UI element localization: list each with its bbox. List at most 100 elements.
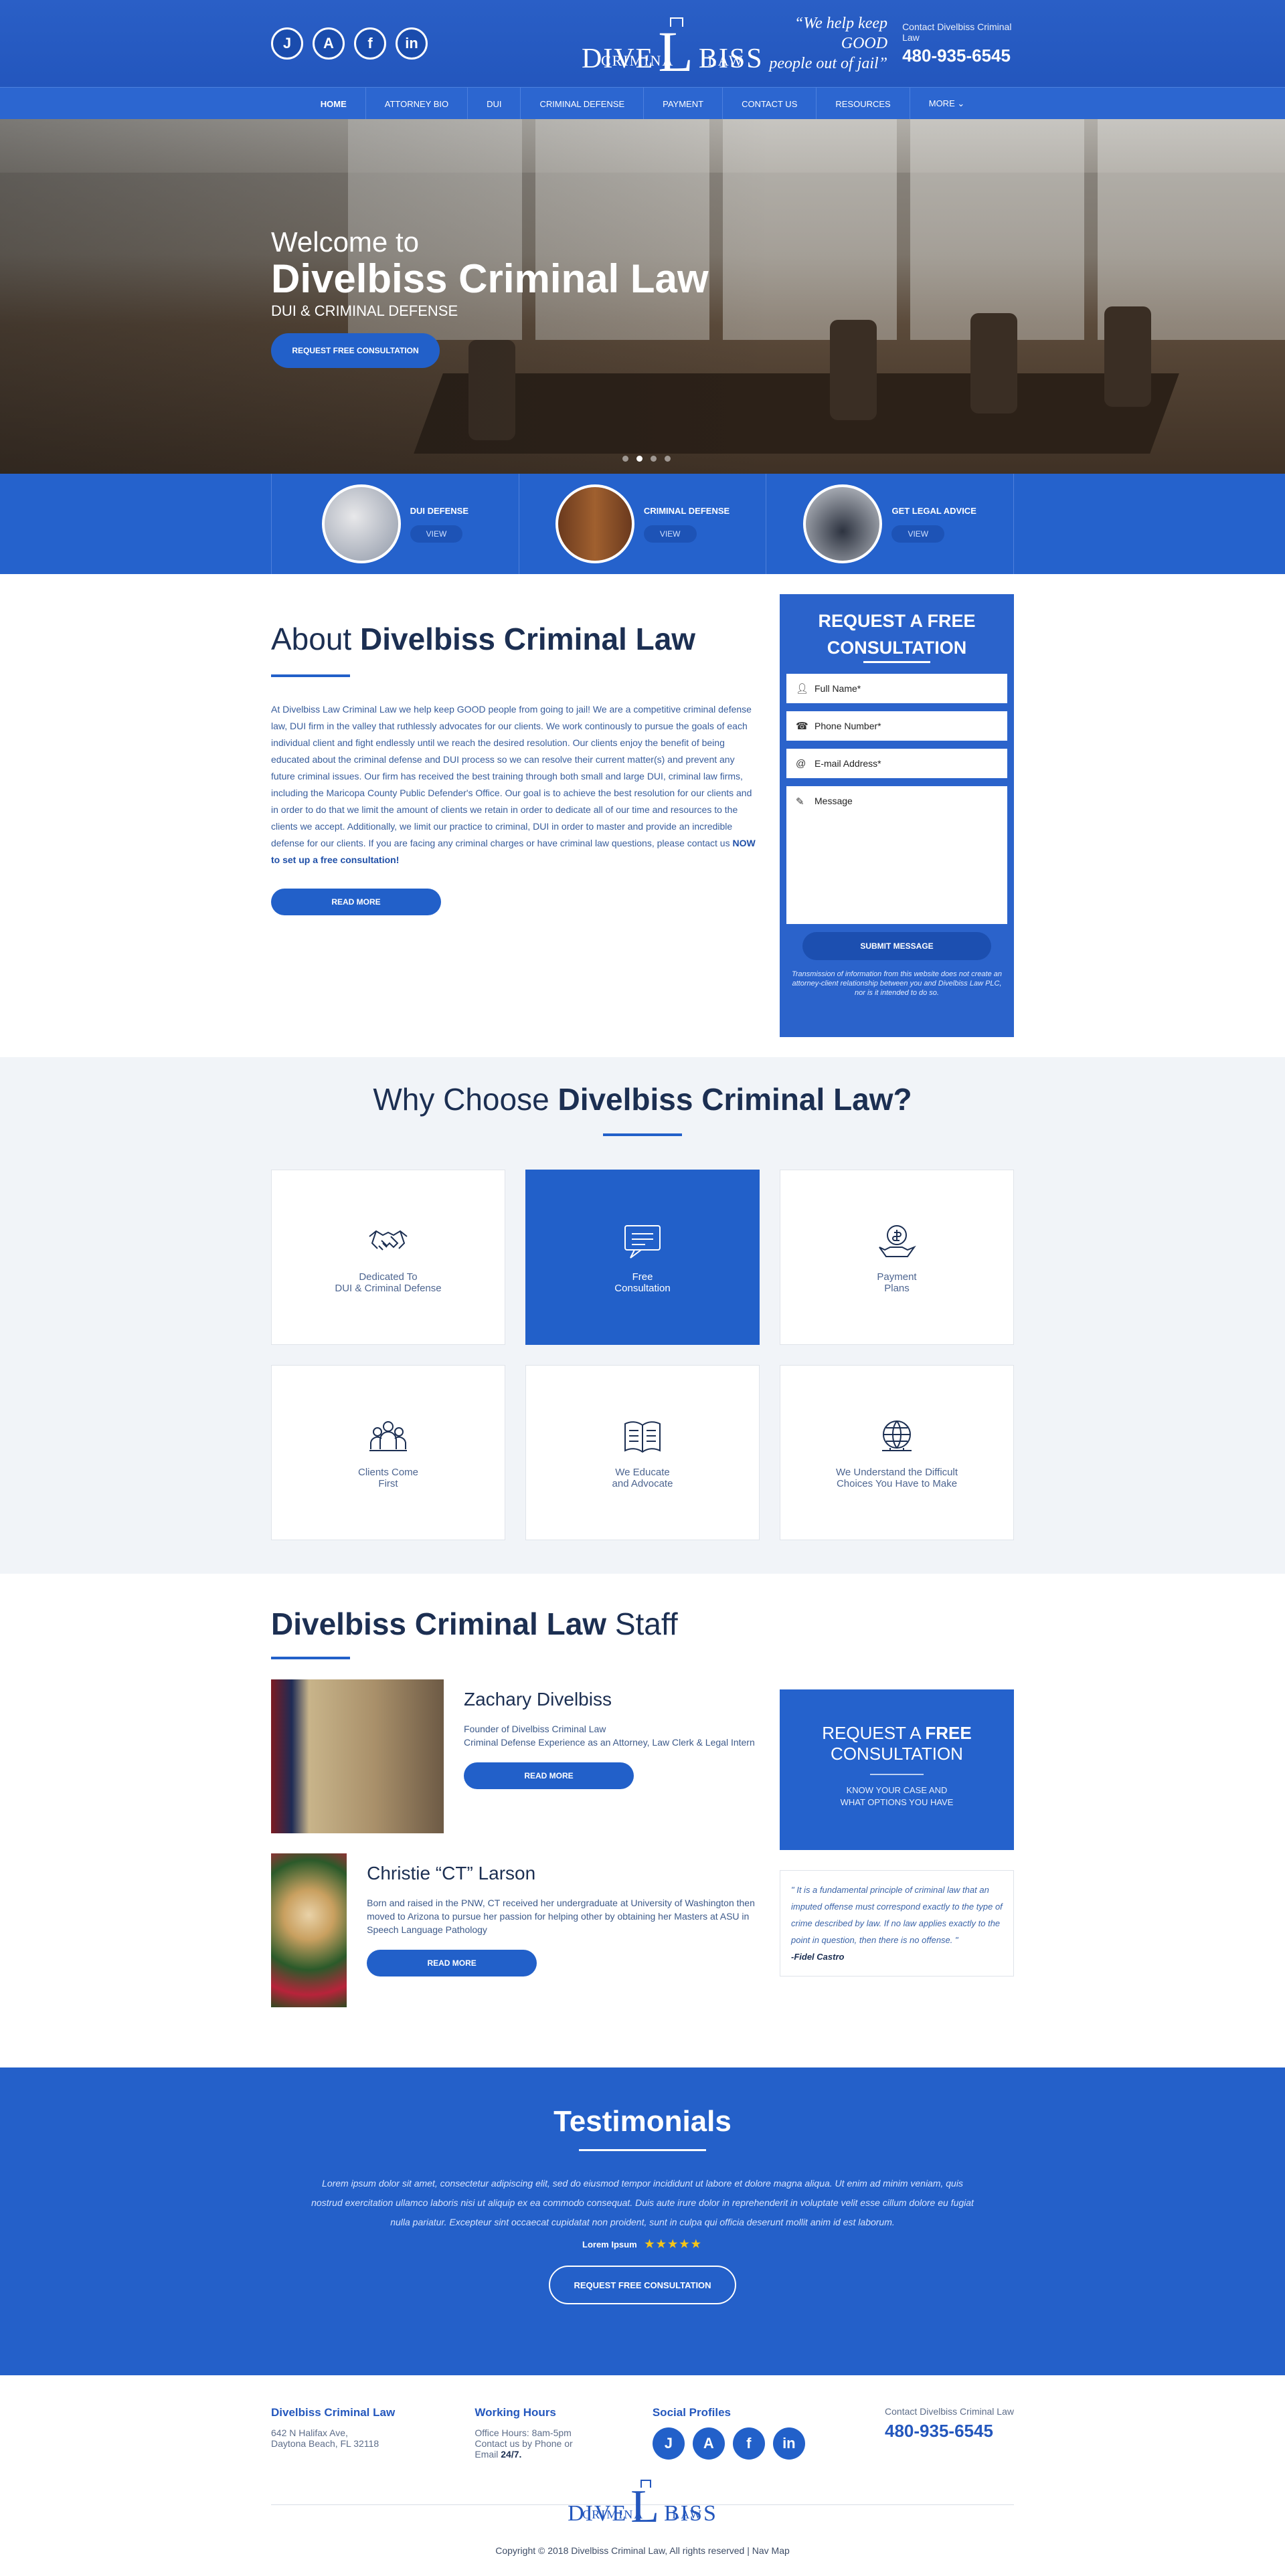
staff-read-more-button[interactable]: READ MORE [367, 1950, 537, 1976]
slogan: “We help keep GOOD people out of jail” [764, 13, 887, 74]
form-disclaimer: Transmission of information from this we… [791, 970, 1003, 997]
testimonials-bar [579, 2149, 706, 2151]
site-logo[interactable]: DIVE L BISS CRIMINA LAW [582, 17, 764, 80]
slider-dot[interactable] [622, 456, 628, 462]
service-legal-advice[interactable]: GET LEGAL ADVICE VIEW [766, 474, 1015, 574]
footer-logo[interactable]: DIVE L BISS CRIMINA LAW [271, 2480, 1014, 2531]
why-card-educate[interactable]: We Educate and Advocate [525, 1365, 760, 1540]
about-section: About Divelbiss Criminal Law At Divelbis… [0, 574, 1285, 1057]
staff-title: Divelbiss Criminal Law Staff [271, 1606, 1014, 1642]
nav-contact-us[interactable]: CONTACT US [723, 88, 817, 120]
card-line-2: and Advocate [612, 1478, 673, 1489]
facebook-link-icon[interactable]: f [732, 2427, 765, 2460]
pencil-icon: ✎ [796, 796, 804, 808]
service-view-button[interactable]: VIEW [643, 525, 697, 543]
avvo-link-icon[interactable]: A [692, 2427, 725, 2460]
cta-subtitle-2: WHAT OPTIONS YOU HAVE [840, 1797, 954, 1807]
footer-col-title: Divelbiss Criminal Law [271, 2406, 396, 2419]
cta-title-bold: FREE [925, 1723, 972, 1743]
nav-criminal-defense[interactable]: CRIMINAL DEFENSE [521, 88, 645, 120]
hours-line: Email 24/7. [475, 2449, 572, 2460]
service-title: DUI DEFENSE [410, 505, 469, 516]
nav-attorney-bio[interactable]: ATTORNEY BIO [366, 88, 468, 120]
nav-home[interactable]: HOME [302, 88, 366, 120]
at-icon: @ [796, 757, 806, 769]
cta-bar [870, 1774, 924, 1775]
card-line-2: Plans [884, 1283, 910, 1294]
star-rating-icon: ★★★★★ [645, 2239, 703, 2250]
testimonial-author: Lorem Ipsum [582, 2239, 637, 2249]
footer-address: Divelbiss Criminal Law 642 N Halifax Ave… [271, 2406, 395, 2460]
footer-col-title: Social Profiles [652, 2406, 732, 2419]
phone-field[interactable]: ☎ Phone Number* [786, 711, 1007, 741]
slider-dot[interactable] [665, 456, 671, 462]
slider-dot-active[interactable] [636, 456, 642, 462]
consultation-cta-box[interactable]: REQUEST A FREE CONSULTATION KNOW YOUR CA… [780, 1689, 1014, 1850]
logo-sub-left: CRIMINA [582, 2508, 645, 2521]
avvo-link-icon[interactable]: A [313, 27, 345, 60]
full-name-placeholder: Full Name* [815, 683, 861, 694]
why-card-clients-first[interactable]: Clients Come First [271, 1365, 505, 1540]
chat-icon [624, 1225, 661, 1259]
staff-read-more-button[interactable]: READ MORE [464, 1762, 634, 1789]
facebook-link-icon[interactable]: f [354, 27, 386, 60]
footer-phone-link[interactable]: 480-935-6545 [885, 2421, 1014, 2442]
why-card-free-consultation[interactable]: Free Consultation [525, 1170, 760, 1345]
about-body-text: At Divelbiss Law Criminal Law we help ke… [271, 704, 752, 848]
service-dui-image [321, 484, 401, 563]
why-card-understand[interactable]: We Understand the Difficult Choices You … [780, 1365, 1014, 1540]
staff-bio-line: Founder of Divelbiss Criminal Law [464, 1724, 606, 1734]
hero-consultation-button[interactable]: REQUEST FREE CONSULTATION [271, 333, 440, 368]
why-card-dedicated[interactable]: Dedicated To DUI & Criminal Defense [271, 1170, 505, 1345]
main-nav: HOME ATTORNEY BIO DUI CRIMINAL DEFENSE P… [0, 87, 1285, 120]
slider-dot[interactable] [651, 456, 657, 462]
service-criminal-defense[interactable]: CRIMINAL DEFENSE VIEW [518, 474, 766, 574]
footer-col-title: Working Hours [475, 2406, 556, 2419]
about-title-bold: Divelbiss Criminal Law [360, 622, 696, 656]
nav-payment[interactable]: PAYMENT [644, 88, 723, 120]
testimonial-author-row: Lorem Ipsum ★★★★★ [0, 2237, 1285, 2251]
card-line-2: Choices You Have to Make [836, 1478, 958, 1489]
why-card-payment-plans[interactable]: Payment Plans [780, 1170, 1014, 1345]
service-view-button[interactable]: VIEW [410, 525, 463, 543]
footer-contact-label: Contact Divelbiss Criminal Law [885, 2406, 1014, 2417]
service-view-button[interactable]: VIEW [891, 525, 945, 543]
service-dui-defense[interactable]: DUI DEFENSE VIEW [271, 474, 519, 574]
header-phone-link[interactable]: 480-935-6545 [902, 45, 1014, 66]
nav-dui[interactable]: DUI [468, 88, 521, 120]
message-field[interactable]: ✎ Message [786, 786, 1007, 924]
nav-resources[interactable]: RESOURCES [817, 88, 910, 120]
cta-title-light: REQUEST A [822, 1723, 926, 1743]
email-field[interactable]: @ E-mail Address* [786, 749, 1007, 778]
service-criminal-image [555, 484, 634, 563]
linkedin-link-icon[interactable]: in [772, 2427, 805, 2460]
slogan-line-1: “We help keep GOOD [794, 15, 888, 52]
copyright: Copyright © 2018 Divelbiss Criminal Law,… [495, 2545, 790, 2556]
slider-dots [622, 456, 671, 462]
cta-title: REQUEST A FREE [780, 1723, 1014, 1744]
logo-sub-left: CRIMINA [600, 52, 675, 69]
quote-box: " It is a fundamental principle of crimi… [780, 1870, 1014, 1976]
handshake-icon [369, 1230, 408, 1251]
money-hand-icon [879, 1225, 916, 1257]
testimonials-consultation-button[interactable]: REQUEST FREE CONSULTATION [549, 2266, 736, 2304]
submit-message-button[interactable]: SUBMIT MESSAGE [802, 932, 991, 960]
footer-contact: Contact Divelbiss Criminal Law 480-935-6… [885, 2406, 1014, 2460]
linkedin-link-icon[interactable]: in [396, 27, 428, 60]
staff-bio: Born and raised in the PNW, CT received … [367, 1896, 760, 1936]
hours-line-text: Email [475, 2449, 501, 2460]
hero-text: Welcome to Divelbiss Criminal Law DUI & … [271, 226, 709, 368]
why-grid: Dedicated To DUI & Criminal Defense Free… [271, 1170, 1014, 1540]
contact-label: Contact Divelbiss Criminal Law [902, 21, 1012, 43]
testimonials-title: Testimonials [553, 2105, 732, 2138]
justia-link-icon[interactable]: J [271, 27, 303, 60]
staff-bio-line: Born and raised in the PNW, CT received … [367, 1898, 755, 1935]
justia-link-icon[interactable]: J [652, 2427, 685, 2460]
phone-icon: ☎ [796, 721, 808, 732]
nav-more-dropdown[interactable]: MORE ⌄ [910, 88, 984, 120]
staff-section: Divelbiss Criminal Law Staff Zachary Div… [0, 1574, 1285, 2067]
cta-title-line-2: CONSULTATION [831, 1744, 963, 1764]
full-name-field[interactable]: 👤︎ Full Name* [786, 674, 1007, 703]
staff-list: Zachary Divelbiss Founder of Divelbiss C… [271, 1679, 760, 2027]
about-read-more-button[interactable]: READ MORE [271, 889, 441, 915]
